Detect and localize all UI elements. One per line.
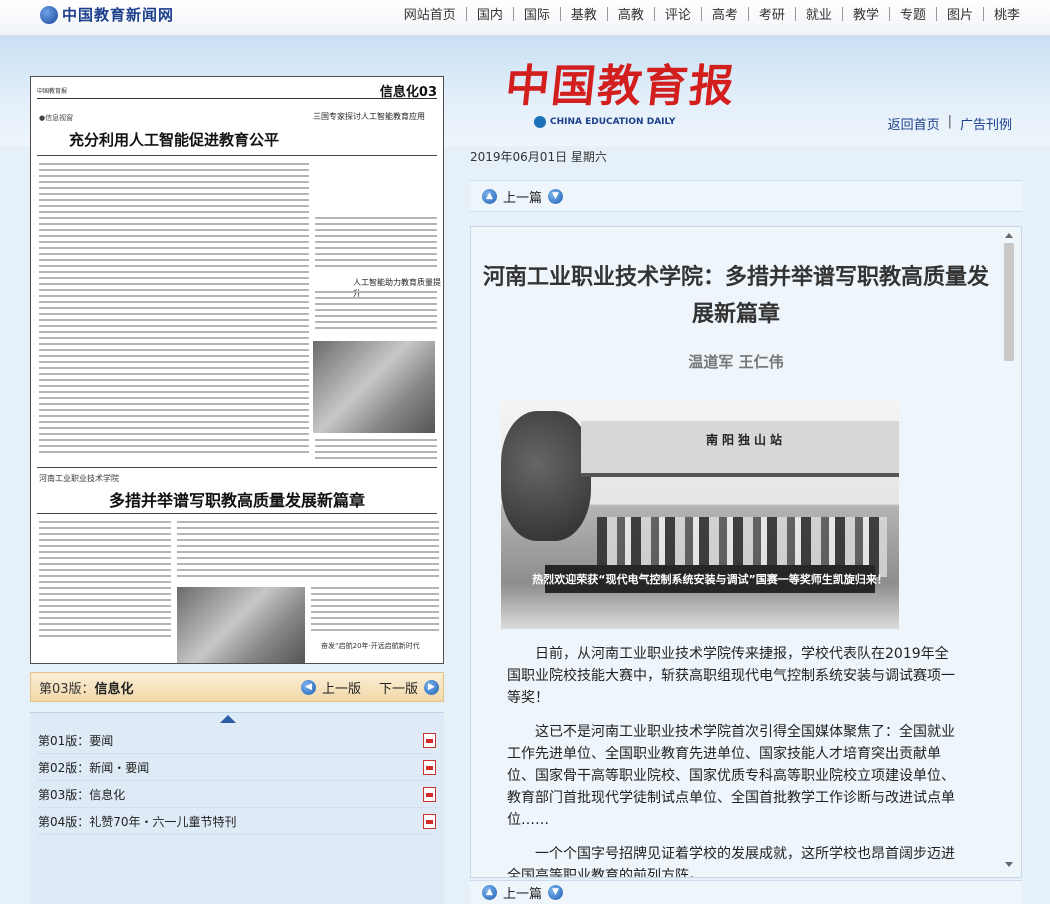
article-paragraph: 这已不是河南工业职业技术学院首次引得全国媒体聚焦了：全国就业工作先进单位、全国职…: [507, 724, 955, 828]
thumb-section: 信息化03: [379, 85, 437, 100]
nav-item[interactable]: 网站首页: [394, 4, 466, 23]
page-list-item[interactable]: 第01版：要闻: [38, 727, 436, 754]
article-paragraph: 一个个国字号招牌见证着学校的发展成就，这所学校也昂首阔步迈进全国高等职业教育的前…: [507, 846, 955, 878]
prev-page-icon[interactable]: ◀: [300, 680, 316, 695]
header-link-divider: |: [947, 114, 952, 129]
nav-item[interactable]: 评论: [655, 4, 701, 23]
prev-article-icon[interactable]: ▲: [482, 885, 497, 900]
site-name: 中国教育新闻网: [62, 6, 175, 24]
prev-article-link[interactable]: 上一篇: [503, 187, 542, 206]
ads-link[interactable]: 广告刊例: [960, 114, 1012, 133]
article-paragraph: 日前，从河南工业职业技术学院传来捷报，学校代表队在2019年全国职业院校技能大赛…: [507, 646, 955, 706]
article-photo: 南阳独山站 热烈欢迎荣获“现代电气控制系统安装与调试”国赛一等奖师生凯旋归来！: [501, 401, 899, 629]
header-links: 返回首页 | 广告刊例: [888, 114, 1012, 133]
nav-item[interactable]: 图片: [937, 4, 983, 23]
next-article-icon[interactable]: ▼: [548, 188, 564, 204]
photo-tollgate: [581, 421, 899, 477]
thumb-footer-ad: 奋发“启航20年·开远启航新时代: [321, 642, 420, 650]
nav-item[interactable]: 国际: [514, 4, 560, 23]
article-scrollbar[interactable]: [1003, 231, 1015, 871]
nav-item[interactable]: 就业: [796, 4, 842, 23]
thumb-masthead: 中国教育报 信息化03: [37, 83, 437, 100]
paper-name: 中国教育报: [502, 61, 739, 112]
prev-article-link[interactable]: 上一篇: [503, 883, 542, 902]
paper-name-en-text: CHINA EDUCATION DAILY: [550, 117, 676, 127]
page-list-item[interactable]: 第04版：礼赞70年・六一儿童节特刊: [38, 808, 436, 835]
thumb-text-block: [315, 439, 437, 463]
scroll-up-arrow-icon[interactable]: [1005, 233, 1013, 238]
photo-banner: 热烈欢迎荣获“现代电气控制系统安装与调试”国赛一等奖师生凯旋归来！: [532, 565, 888, 593]
pdf-icon[interactable]: [423, 813, 436, 829]
site-logo-icon: [40, 5, 58, 24]
paper-name-en: CHINA EDUCATION DAILY: [534, 116, 675, 128]
prev-article-icon[interactable]: ▲: [482, 188, 497, 204]
article-content: 河南工业职业技术学院：多措并举谱写职教高质量发展新篇章 温道军 王仁伟 南阳独山…: [470, 226, 1022, 878]
thumb-text-block: [177, 521, 439, 581]
pdf-icon[interactable]: [423, 732, 436, 748]
top-bar: 中国教育新闻网 网站首页 国内 国际 基教 高教 评论 高考 考研 就业 教学 专题 图片 桃李: [0, 0, 1050, 36]
scrollbar-thumb[interactable]: [1004, 243, 1014, 361]
page-list-item[interactable]: 第02版：新闻・要闻: [38, 754, 436, 781]
thumb-headline[interactable]: 充分利用人工智能促进教育公平: [69, 129, 279, 150]
paper-emblem-icon: [534, 116, 546, 128]
thumb-text-block: [315, 217, 437, 271]
thumb-text-block: [311, 587, 439, 635]
thumb-subhead: 三国专家探讨人工智能教育应用: [313, 112, 425, 121]
page-list: 第01版：要闻第02版：新闻・要闻 第03版：信息化第04版：礼赞70年・六一儿童…: [30, 712, 444, 904]
thumb-rule: [37, 513, 437, 514]
page-list-label[interactable]: 第03版：信息化: [38, 786, 125, 803]
next-article-icon[interactable]: ▼: [548, 885, 564, 900]
scroll-down-arrow-icon[interactable]: [1005, 862, 1013, 867]
page-list-label[interactable]: 第01版：要闻: [38, 732, 113, 749]
thumb-photo: [177, 587, 305, 663]
thumb-rule: [37, 467, 437, 468]
thumb-photo: [313, 341, 435, 433]
page-pager: 第03版： 信息化 ◀ 上一版 下一版 ▶: [30, 672, 444, 702]
nav-item[interactable]: 国内: [467, 4, 513, 23]
site-logo[interactable]: 中国教育新闻网: [40, 4, 174, 25]
prev-page-link[interactable]: 上一版: [322, 678, 361, 697]
prev-article-bar: ▲ 上一篇 ▼: [470, 180, 1022, 212]
thumb-rule: [37, 155, 437, 156]
newspaper-page-thumbnail[interactable]: 中国教育报 信息化03 ●信息视窗 三国专家探讨人工智能教育应用 充分利用人工智…: [30, 76, 444, 664]
thumb-text-block: [39, 521, 171, 641]
current-page-label: 第03版：: [39, 681, 95, 697]
thumb-text-block: [315, 291, 437, 333]
issue-date: 2019年06月01日 星期六: [470, 150, 607, 164]
pdf-icon[interactable]: [423, 759, 436, 775]
article-author: 温道军 王仁伟: [688, 353, 784, 371]
article-body: 日前，从河南工业职业技术学院传来捷报，学校代表队在2019年全国职业院校技能大赛…: [507, 643, 961, 878]
pdf-icon[interactable]: [423, 786, 436, 802]
nav-item[interactable]: 高教: [608, 4, 654, 23]
article-title: 河南工业职业技术学院：多措并举谱写职教高质量发展新篇章: [482, 264, 989, 327]
nav-item[interactable]: 桃李: [984, 4, 1030, 23]
home-link[interactable]: 返回首页: [888, 114, 940, 133]
next-page-link[interactable]: 下一版: [379, 678, 418, 697]
nav-item[interactable]: 教学: [843, 4, 889, 23]
scroll-up-icon[interactable]: [220, 715, 236, 723]
nav-item[interactable]: 考研: [749, 4, 795, 23]
thumb-paper-name: 中国教育报: [37, 88, 68, 95]
thumb-text-block: [39, 163, 309, 457]
thumb-tag: 河南工业职业技术学院: [39, 474, 119, 483]
main-nav: 网站首页 国内 国际 基教 高教 评论 高考 考研 就业 教学 专题 图片 桃李: [394, 4, 1030, 23]
photo-sign: 南阳独山站: [706, 433, 787, 447]
page-list-item[interactable]: 第03版：信息化: [38, 781, 436, 808]
nav-item[interactable]: 高考: [702, 4, 748, 23]
prev-article-bar-bottom: ▲ 上一篇 ▼: [470, 880, 1022, 904]
thumb-headline[interactable]: 多措并举谱写职教高质量发展新篇章: [109, 487, 365, 511]
photo-tree: [501, 411, 591, 541]
page-list-label[interactable]: 第02版：新闻・要闻: [38, 759, 149, 776]
paper-logo[interactable]: 中国教育报 CHINA EDUCATION DAILY: [503, 50, 738, 128]
next-page-icon[interactable]: ▶: [424, 680, 439, 695]
thumb-tag: ●信息视窗: [39, 114, 74, 122]
page-list-label[interactable]: 第04版：礼赞70年・六一儿童节特刊: [38, 813, 237, 830]
nav-item[interactable]: 基教: [561, 4, 607, 23]
nav-item[interactable]: 专题: [890, 4, 936, 23]
current-page-name: 信息化: [94, 681, 134, 697]
